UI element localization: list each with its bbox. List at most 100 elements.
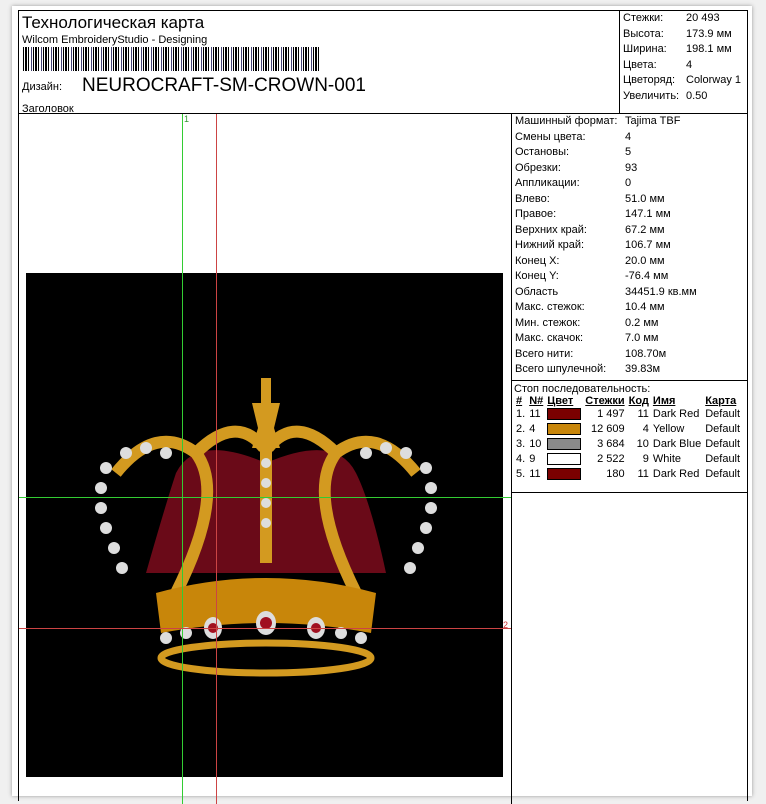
code: 9 xyxy=(642,453,649,465)
stat-label: Правое: xyxy=(515,208,557,220)
design-label: Дизайн: xyxy=(22,81,63,93)
color-swatch xyxy=(547,423,582,436)
stat-value: 106.7 мм xyxy=(625,239,671,251)
table-row: 5. 11 180 11 Dark Red Default xyxy=(514,467,742,482)
stat-value: 34451.9 кв.мм xyxy=(625,285,697,298)
needle-number: 9 xyxy=(529,453,536,465)
chart: Default xyxy=(705,453,741,465)
code: 11 xyxy=(637,468,649,480)
stat-label: Мин. стежок: xyxy=(515,316,581,329)
worksheet-page: Технологическая карта Wilcom EmbroideryS… xyxy=(12,6,752,804)
stat-value: Colorway 1 xyxy=(686,74,742,86)
needle-number: 11 xyxy=(529,468,541,480)
chart: Default xyxy=(705,423,741,435)
thread-name: Dark Red xyxy=(652,408,700,420)
stat-value: 0.2 мм xyxy=(625,316,659,329)
needle-number: 11 xyxy=(529,408,541,420)
stitches: 1 497 xyxy=(597,408,625,420)
design-preview: 1 2 xyxy=(19,114,511,804)
stat-label: Высота: xyxy=(623,27,664,40)
stat-row: Макс. скачок: 7.0 мм xyxy=(512,331,748,347)
stat-value: 20.0 мм xyxy=(625,254,665,267)
guide-vertical-red xyxy=(216,114,217,804)
stat-label: Влево: xyxy=(515,192,550,205)
stat-label: Конец Y: xyxy=(515,270,559,282)
crown-design xyxy=(95,378,437,677)
stat-row: Машинный формат: Tajima TBF xyxy=(512,114,748,130)
marker-2: 2 xyxy=(503,620,509,630)
stop-sequence: Стоп последовательность: # N# Цвет Стежки Ко… xyxy=(512,379,748,493)
stat-value: 20 493 xyxy=(686,12,720,24)
stat-row: Макс. стежок: 10.4 мм xyxy=(512,300,748,316)
stat-row: Всего шпулечной: 39.83м xyxy=(512,362,748,378)
stat-value: 39.83м xyxy=(625,363,661,375)
column-header: # xyxy=(516,394,523,407)
stitches: 12 609 xyxy=(590,423,625,435)
thread-name: Dark Blue xyxy=(652,438,702,450)
stitches: 180 xyxy=(606,468,625,480)
stat-row: Конец X: 20.0 мм xyxy=(512,254,748,270)
stat-row: Нижний край: 106.7 мм xyxy=(512,238,748,254)
stat-label: Остановы: xyxy=(515,146,570,158)
stat-row: Цветоряд: Colorway 1 xyxy=(620,73,748,89)
stitches: 3 684 xyxy=(597,438,625,450)
stat-value: 0.50 xyxy=(686,89,708,102)
stat-row: Всего нити: 108.70м xyxy=(512,347,748,363)
guide-vertical-1 xyxy=(182,114,183,804)
color-swatch-cell xyxy=(545,422,583,437)
table-row: 3. 10 3 684 10 Dark Blue Default xyxy=(514,437,742,452)
stat-label: Увеличить: xyxy=(623,89,680,102)
stat-value: 108.70м xyxy=(625,347,667,360)
stat-label: Всего шпулечной: xyxy=(515,363,607,375)
stat-value: 198.1 мм xyxy=(686,43,732,55)
stat-value: Tajima TBF xyxy=(625,115,681,127)
stat-label: Цвета: xyxy=(623,58,657,71)
color-swatch xyxy=(547,408,582,421)
stat-value: 4 xyxy=(625,130,632,143)
stat-value: 51.0 мм xyxy=(625,192,665,205)
code: 10 xyxy=(636,438,649,450)
stat-row: Правое: 147.1 мм xyxy=(512,207,748,223)
stat-row: Остановы: 5 xyxy=(512,145,748,161)
guide-horizontal-red xyxy=(19,628,511,629)
stats-panel: Стежки: 20 493 Высота: 173.9 мм Ширина: 198.1… xyxy=(619,11,748,113)
stat-row: Высота: 173.9 мм xyxy=(620,27,748,43)
worksheet-frame: Технологическая карта Wilcom EmbroideryS… xyxy=(18,10,748,804)
stat-value: 147.1 мм xyxy=(625,208,671,220)
table-row: 4. 9 2 522 9 White Default xyxy=(514,452,742,467)
stat-row: Верхних край: 67.2 мм xyxy=(512,223,748,239)
thread-name: Dark Red xyxy=(652,468,700,480)
stat-value: 10.4 мм xyxy=(625,301,665,313)
code: 11 xyxy=(637,408,649,420)
needle-number: 10 xyxy=(529,438,542,450)
color-swatch-cell xyxy=(545,407,583,422)
chart: Default xyxy=(705,468,741,480)
stitches: 2 522 xyxy=(597,453,625,465)
sequence-title: Стоп последовательность: xyxy=(514,382,651,395)
stat-label: Область xyxy=(515,285,559,298)
row-index: 2. xyxy=(516,423,526,435)
stat-value: 0 xyxy=(625,177,632,189)
marker-1: 1 xyxy=(184,114,190,124)
stat-label: Верхних край: xyxy=(515,223,587,236)
stat-label: Нижний край: xyxy=(515,239,585,251)
color-swatch xyxy=(547,468,582,481)
column-header: Код xyxy=(628,394,649,407)
row-index: 4. xyxy=(516,453,526,465)
stat-label: Макс. скачок: xyxy=(515,332,584,344)
stat-value: 67.2 мм xyxy=(625,223,665,236)
stat-label: Аппликации: xyxy=(515,177,580,189)
stat-label: Машинный формат: xyxy=(515,115,618,127)
details-list: Машинный формат: Tajima TBF Смены цвета: 4 О… xyxy=(512,114,748,378)
stat-label: Макс. стежок: xyxy=(515,301,585,313)
design-background xyxy=(26,273,503,777)
stat-row: Ширина: 198.1 мм xyxy=(620,42,748,58)
table-row: 2. 4 12 609 4 Yellow Default xyxy=(514,422,742,437)
column-header: Карта xyxy=(705,394,737,407)
thread-name: Yellow xyxy=(652,423,685,435)
stat-label: Конец X: xyxy=(515,254,560,267)
sequence-table: # N# Цвет Стежки Код Имя Карта 1. 11 1 497 11 Dark… xyxy=(514,395,742,482)
stat-label: Смены цвета: xyxy=(515,130,586,143)
page-title: Технологическая карта xyxy=(22,13,205,32)
stat-row: Смены цвета: 4 xyxy=(512,130,748,146)
